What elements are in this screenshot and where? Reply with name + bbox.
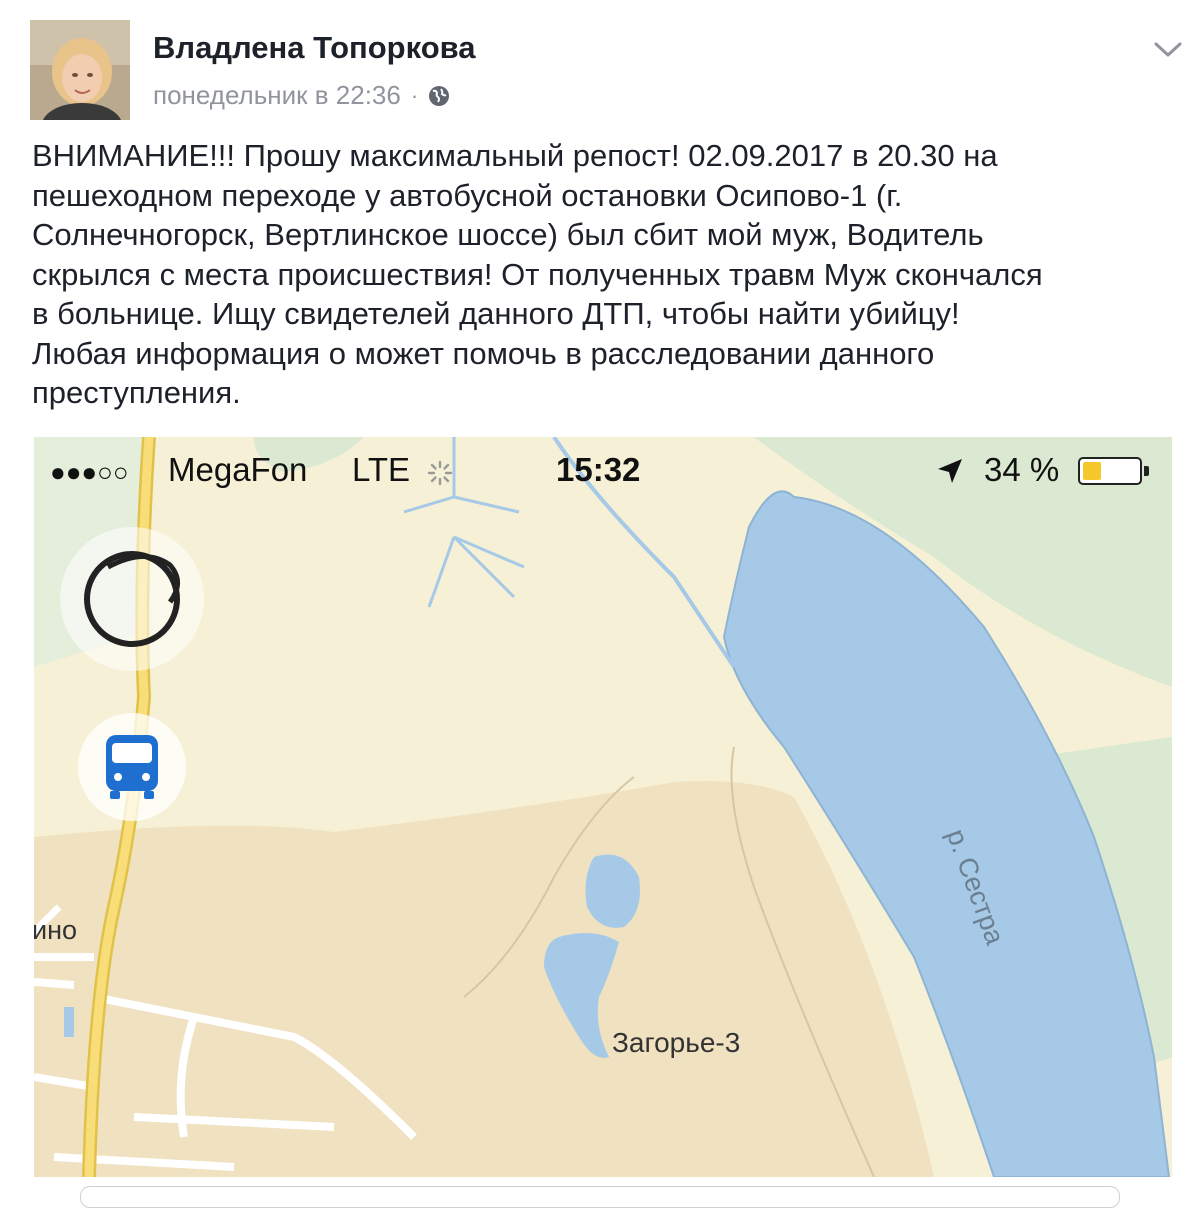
location-arrow-icon: [938, 459, 962, 483]
layers-button[interactable]: [60, 527, 204, 671]
phone-status-bar: ●●●○○ MegaFon LTE 15:32 34 %: [34, 437, 1172, 503]
post-text-line: Любая информация о может помочь в рассле…: [32, 335, 935, 371]
globe-icon: [429, 85, 450, 106]
map-canvas: [34, 437, 1172, 1177]
post-text: ВНИМАНИЕ!!! Прошу максимальный репост! 0…: [32, 136, 1182, 413]
spinner-icon: [427, 460, 453, 486]
avatar[interactable]: [30, 20, 130, 120]
post-text-line: Солнечногорск, Вертлинское шоссе) был сб…: [32, 217, 984, 252]
battery-fill: [1083, 462, 1101, 480]
post-text-line: ВНИМАНИЕ!!! Прошу максимальный репост! 0…: [32, 138, 998, 173]
map-label-village: Загорье-3: [612, 1027, 741, 1058]
author-name[interactable]: Владлена Топоркова: [153, 30, 476, 66]
attached-map-screenshot[interactable]: ●●●○○ MegaFon LTE 15:32 34 % ино Загорье…: [34, 437, 1172, 1177]
battery-tip: [1144, 466, 1149, 476]
signal-strength: ●●●○○: [50, 457, 129, 487]
meta-separator: ·: [410, 82, 419, 108]
post-text-line: в больнице. Ищу свидетелей данного ДТП, …: [32, 296, 960, 331]
avatar-image: [30, 20, 130, 120]
post-meta: понедельник в 22:36 ·: [153, 80, 450, 111]
battery-icon: [1078, 457, 1142, 485]
chevron-down-icon[interactable]: [1150, 36, 1186, 62]
post-text-line: пешеходном переходе у автобусной останов…: [32, 177, 903, 213]
map-label-village-partial: ино: [34, 915, 78, 945]
battery-percent: 34 %: [984, 451, 1060, 488]
post-text-line: преступления.: [32, 375, 241, 410]
layers-icon: [84, 551, 180, 647]
bus-icon: [106, 735, 158, 799]
status-time: 15:32: [556, 451, 641, 488]
network-type: LTE: [352, 451, 411, 488]
post-text-line: скрылся с места происшествия! От получен…: [32, 256, 1043, 292]
transport-button[interactable]: [78, 713, 186, 821]
post-timestamp[interactable]: понедельник в 22:36: [153, 80, 401, 111]
carrier-name: MegaFon: [168, 451, 308, 488]
comment-box-edge: [80, 1186, 1120, 1208]
